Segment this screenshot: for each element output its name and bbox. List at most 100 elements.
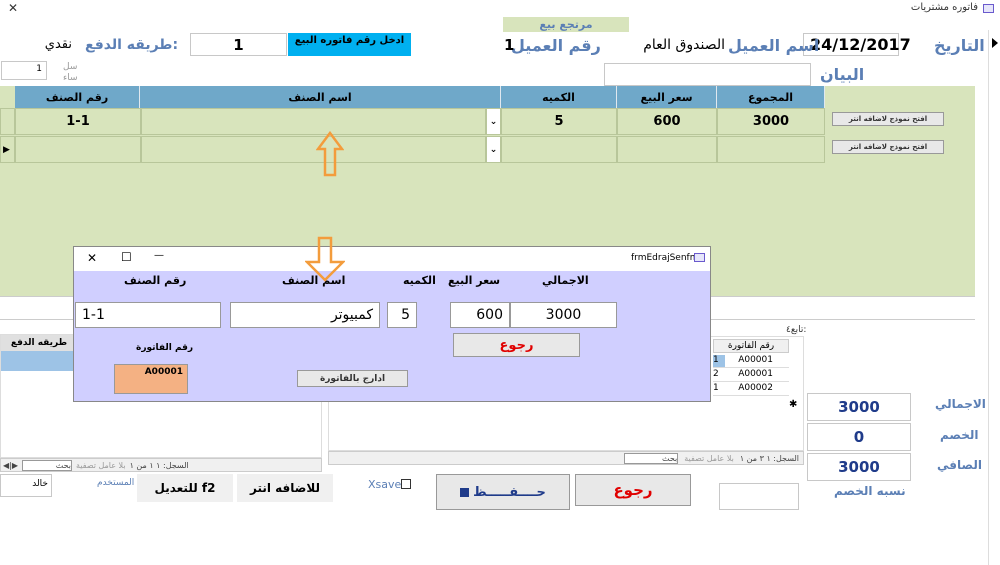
customer-no-label: رقم العميل [511, 36, 601, 55]
dialog-code-input[interactable]: 1-1 [75, 302, 221, 328]
new-row-icon[interactable]: ✱ [789, 399, 797, 410]
dialog-title: frmEdrajSenfm [631, 253, 699, 263]
subgrid-navigation-bar[interactable]: بحث بلا عامل تصفية السجل: ١ ٣ من ١ [328, 451, 804, 465]
arrow-up-icon [316, 131, 344, 177]
save-disk-icon [460, 487, 470, 497]
payment-col-label: طريقه الدفع [10, 338, 68, 348]
dialog-invoice-value: A00001 [144, 367, 183, 377]
open-form-button[interactable]: افتح نموذج لاضافه انتر [832, 140, 944, 154]
cell-price[interactable] [617, 136, 717, 163]
payment-selected-row[interactable] [1, 351, 77, 371]
table-row[interactable]: 2 A00001 [713, 369, 789, 382]
filter-indicator[interactable]: بلا عامل تصفية [684, 454, 734, 463]
close-icon[interactable]: ✕ [8, 1, 18, 15]
invoice-entry-value: 1 [233, 35, 244, 54]
cell-code[interactable] [15, 136, 141, 163]
col-code: رقم الصنف [15, 86, 140, 108]
dialog-price-label: سعر البيع [448, 274, 501, 287]
return-button[interactable]: رجوع [575, 474, 691, 506]
user-field[interactable]: خالد [0, 474, 52, 497]
dialog-minimize-icon[interactable]: — [154, 250, 164, 261]
table-row[interactable]: 1 A00001 [713, 355, 789, 368]
total-field[interactable]: 3000 [807, 393, 911, 421]
dialog-insert-button[interactable]: ادارج بالفاتورة [297, 370, 408, 387]
dialog-name-input[interactable]: كمبيوتر [230, 302, 380, 328]
net-value: 3000 [838, 458, 880, 476]
cell-name[interactable] [141, 108, 486, 135]
payment-label: طريقه الدفع: [85, 37, 179, 53]
table-row[interactable]: ▶ ⌄ [0, 136, 825, 163]
net-field[interactable]: 3000 [807, 453, 911, 481]
edit-f2-label: للتعديل f2 [154, 481, 216, 495]
discount-value: 0 [853, 428, 865, 446]
dialog-qty-input[interactable]: 5 [387, 302, 417, 328]
payment-field[interactable]: نقدي [2, 33, 75, 56]
filter-indicator[interactable]: بلا عامل تصفية [76, 461, 126, 470]
record-selector-right[interactable] [988, 30, 1000, 565]
cell-price[interactable]: 600 [617, 108, 717, 135]
small-label-a: سل [63, 62, 78, 72]
description-label: البيان [820, 65, 865, 84]
dialog-return-label: رجوع [499, 337, 534, 353]
user-label: المستخدم [97, 478, 135, 488]
cell-total[interactable] [717, 136, 825, 163]
form-icon [983, 4, 994, 13]
dialog-total-input[interactable]: 3000 [510, 302, 617, 328]
cell-total[interactable]: 3000 [717, 108, 825, 135]
row-invoice: A00001 [738, 369, 773, 379]
grid-header: رقم الصنف اسم الصنف الكميه سعر البيع الم… [15, 86, 825, 108]
cell-name[interactable] [141, 136, 486, 163]
dialog-code-label: رقم الصنف [124, 274, 187, 287]
payment-header: طريقه الدفع [1, 335, 77, 351]
row-selector[interactable]: ▶ [0, 136, 15, 163]
dialog-return-button[interactable]: رجوع [453, 333, 580, 357]
col-qty: الكميه [501, 86, 617, 108]
discount-field[interactable]: 0 [807, 423, 911, 451]
col-price: سعر البيع [617, 86, 717, 108]
discount-pct-field[interactable] [719, 483, 799, 510]
row-number: 2 [713, 369, 719, 379]
open-form-button[interactable]: افتح نموذج لاضافه انتر [832, 112, 944, 126]
dialog-close-icon[interactable]: ✕ [87, 251, 97, 265]
table-row[interactable]: 1-1 ⌄ 5 600 3000 [0, 108, 825, 135]
dialog-price-input[interactable]: 600 [450, 302, 510, 328]
row-number: 1 [713, 355, 725, 367]
invoice-entry-label: ادخل رقم فاتوره البيع [294, 35, 405, 46]
user-value: خالد [32, 479, 48, 489]
col-name: اسم الصنف [140, 86, 501, 108]
save-button[interactable]: حــــفـــــظ [436, 474, 570, 510]
search-box[interactable]: بحث [22, 459, 72, 471]
edit-f2-button[interactable]: للتعديل f2 [137, 474, 233, 502]
record-navigator[interactable]: السجل: ١ ١ من ١ [130, 461, 189, 470]
search-box[interactable]: بحث [624, 452, 679, 464]
small-number-field[interactable]: 1 [1, 61, 47, 80]
dialog-maximize-icon[interactable]: ☐ [121, 250, 132, 264]
dialog-total-label: الاجمالي [542, 274, 589, 287]
xsave-label: Xsave [368, 478, 402, 491]
dialog-invoice-field[interactable]: A00001 [114, 364, 188, 394]
left-navigation-bar[interactable]: ◀|▶ بحث بلا عامل تصفية السجل: ١ ١ من ١ [0, 458, 322, 472]
cell-code[interactable]: 1-1 [15, 108, 141, 135]
row-invoice: A00002 [738, 383, 773, 393]
record-arrow-icon [992, 38, 998, 48]
add-enter-button[interactable]: للاضافه انتر [237, 474, 333, 502]
add-enter-label: للاضافه انتر [249, 481, 320, 495]
name-dropdown[interactable]: ⌄ [486, 136, 501, 163]
name-dropdown[interactable]: ⌄ [486, 108, 501, 135]
total-label: الاجمالي [935, 397, 986, 411]
table-row[interactable]: 1 A00002 [713, 383, 789, 396]
customer-no-value: 1 [504, 36, 515, 54]
scroll-arrows[interactable]: ◀|▶ [3, 461, 18, 470]
xsave-checkbox[interactable] [401, 479, 411, 489]
row-selector[interactable] [0, 108, 15, 135]
record-navigator[interactable]: السجل: ١ ٣ من ١ [740, 454, 799, 463]
customer-label: اسم العميل [728, 36, 820, 55]
cell-qty[interactable]: 5 [501, 108, 617, 135]
invoice-entry-label-box: ادخل رقم فاتوره البيع [288, 33, 411, 56]
description-field[interactable] [604, 63, 811, 86]
invoice-entry-field[interactable]: 1 [190, 33, 287, 56]
small-number-value: 1 [36, 64, 42, 74]
subgrid-header: رقم الفاتورة [713, 339, 789, 353]
cell-qty[interactable] [501, 136, 617, 163]
return-sale-banner: مرتجع بيع [503, 17, 629, 32]
